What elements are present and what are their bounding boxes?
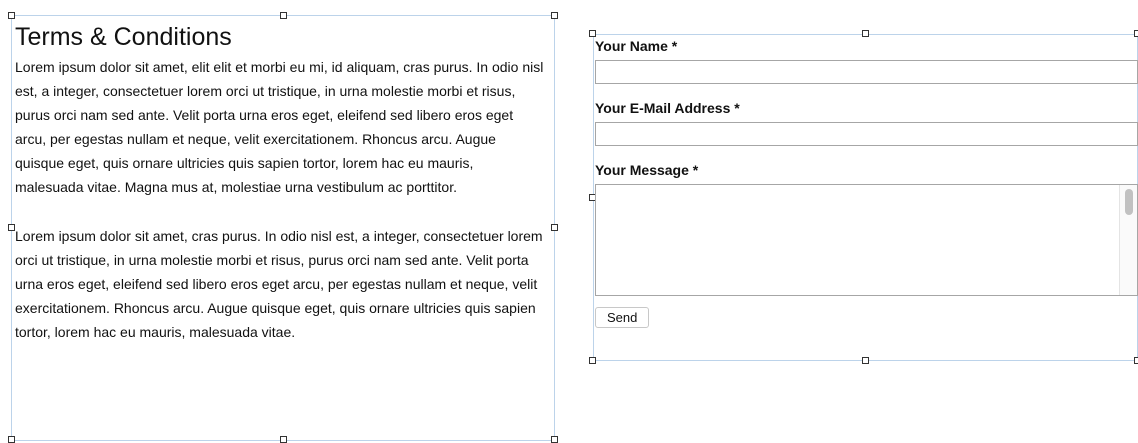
terms-resize-handle-bottom-right[interactable]: [551, 436, 558, 443]
terms-resize-handle-middle-left[interactable]: [8, 224, 15, 231]
terms-resize-handle-top-left[interactable]: [8, 12, 15, 19]
terms-paragraph-2: Lorem ipsum dolor sit amet, cras purus. …: [15, 228, 543, 340]
message-scrollbar[interactable]: [1119, 185, 1137, 295]
message-label: Your Message *: [595, 162, 699, 178]
terms-resize-handle-top-right[interactable]: [551, 12, 558, 19]
contact-form: Your Name * Your E-Mail Address * Your M…: [595, 36, 1138, 328]
form-resize-handle-bottom-left[interactable]: [589, 357, 596, 364]
message-scrollbar-thumb[interactable]: [1125, 189, 1133, 215]
terms-resize-handle-middle-right[interactable]: [551, 224, 558, 231]
email-input[interactable]: [595, 122, 1138, 146]
name-input[interactable]: [595, 60, 1138, 84]
terms-paragraph-1: Lorem ipsum dolor sit amet, elit elit et…: [15, 59, 544, 195]
message-field: [595, 184, 1138, 296]
form-resize-handle-bottom-right[interactable]: [1134, 357, 1138, 364]
name-label: Your Name *: [595, 38, 678, 54]
send-button[interactable]: Send: [595, 307, 650, 328]
terms-resize-handle-bottom-center[interactable]: [280, 436, 287, 443]
form-resize-handle-bottom-center[interactable]: [862, 357, 869, 364]
terms-title: Terms & Conditions: [15, 23, 232, 51]
email-label: Your E-Mail Address *: [595, 100, 740, 116]
terms-resize-handle-bottom-left[interactable]: [8, 436, 15, 443]
message-textarea[interactable]: [596, 185, 1137, 295]
terms-section: Terms & Conditions Lorem ipsum dolor sit…: [15, 22, 545, 369]
terms-resize-handle-top-center[interactable]: [280, 12, 287, 19]
